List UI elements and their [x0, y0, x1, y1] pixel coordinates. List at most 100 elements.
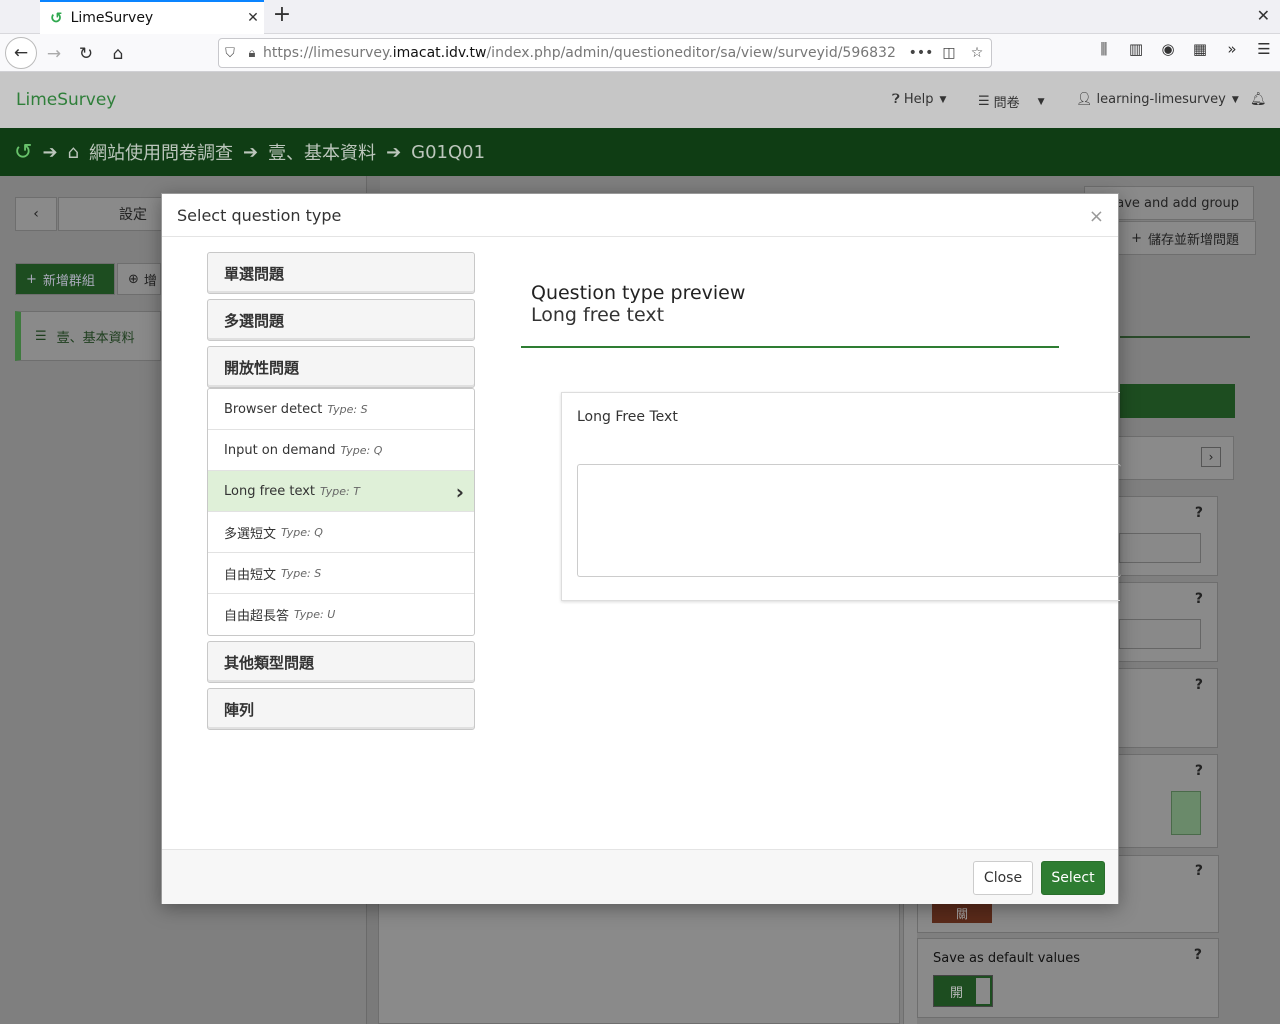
type-code: Type: Q [281, 525, 323, 539]
help-menu[interactable]: ❓︎ Help ▼ [892, 92, 946, 107]
tab-title: LimeSurvey [70, 10, 154, 26]
extensions-icon[interactable]: ▦ [1184, 40, 1216, 58]
breadcrumb-group[interactable]: 壹、基本資料 [268, 139, 376, 165]
toggle-on-switch[interactable]: 開 [933, 975, 993, 1007]
category-arrays[interactable]: 陣列 [207, 688, 475, 730]
surveys-label: 問卷 [993, 96, 1020, 111]
type-label: Browser detect [224, 401, 323, 417]
help-question-icon[interactable]: ? [1195, 505, 1203, 521]
overflow-icon[interactable]: » [1216, 40, 1248, 58]
question-type-huge-free-text[interactable]: 自由超長答 Type: U [208, 594, 474, 635]
close-button[interactable]: Close [973, 861, 1033, 895]
category-label: 陣列 [224, 700, 255, 719]
category-multiple-choice[interactable]: 多選問題 [207, 299, 475, 341]
sidebar-group-item[interactable]: ☰ 壹、基本資料 [15, 311, 161, 361]
question-type-browser-detect[interactable]: Browser detect Type: S [208, 389, 474, 430]
question-category-list: 單選問題 多選問題 開放性問題 Browser detect Type: S In… [207, 252, 475, 735]
sidebar-icon[interactable]: ▥ [1120, 40, 1152, 58]
window-close-icon[interactable]: ✕ [1257, 6, 1270, 25]
lock-icon: 🔒︎ [248, 45, 256, 61]
bookmark-star-icon[interactable]: ☆ [963, 45, 991, 61]
setting-textarea-4[interactable] [1171, 791, 1201, 835]
add-group-button[interactable]: + 新增群組 [15, 263, 115, 295]
back-button[interactable]: ← [5, 37, 37, 69]
type-label: 自由短文 [224, 567, 277, 583]
new-tab-button[interactable]: + [270, 4, 294, 28]
account-icon[interactable]: ◉ [1152, 40, 1184, 58]
toggle-off-switch[interactable]: 關 [932, 903, 992, 923]
app-navbar: LimeSurvey ❓︎ Help ▼ ☰ 問卷 ▼ 👤︎ learning-… [0, 72, 1280, 128]
toggle-on-label: 開 [950, 985, 964, 1001]
save-add-group-label: Save and add group [1108, 195, 1239, 211]
url-bar[interactable]: ⛉ 🔒︎ https://limesurvey.imacat.idv.tw/in… [218, 38, 992, 68]
modal-header: Select question type × [162, 194, 1118, 237]
app-brand[interactable]: LimeSurvey [16, 90, 116, 110]
open-question-types-list: Browser detect Type: S Input on demand Typ… [207, 388, 475, 636]
editor-divider-2 [903, 904, 917, 1024]
editor-panel-bottom [378, 904, 900, 1024]
panel-header: › [1118, 436, 1234, 480]
arrow-right-icon: ➔ [242, 141, 259, 163]
type-label: Long free text [224, 483, 316, 499]
type-code: Type: Q [340, 443, 383, 457]
menu-icon[interactable]: ☰ [1248, 40, 1280, 58]
notification-bell-icon[interactable]: 🔔︎ [1250, 92, 1267, 107]
setting-select-1[interactable] [1119, 533, 1201, 563]
home-button[interactable]: ⌂ [104, 40, 132, 68]
library-icon[interactable]: ⫼ [1088, 40, 1120, 58]
more-actions-icon[interactable]: ••• [907, 45, 935, 61]
browser-tab[interactable]: ↺ LimeSurvey ✕ [40, 0, 264, 34]
forward-button[interactable]: → [40, 40, 68, 68]
settings-tab[interactable]: 設定 [58, 197, 162, 231]
save-add-question-label: 儲存並新增問題 [1147, 232, 1239, 248]
add-question-button[interactable]: ⊕ 增 [117, 263, 161, 295]
type-code: Type: S [327, 402, 368, 416]
type-label: Input on demand [224, 442, 336, 458]
category-single-choice[interactable]: 單選問題 [207, 252, 475, 294]
select-question-type-modal: Select question type × 單選問題 多選問題 開放性問題 B… [161, 193, 1121, 904]
select-button[interactable]: Select [1041, 861, 1105, 895]
user-label: learning-limesurvey [1096, 92, 1226, 107]
category-label: 單選問題 [224, 264, 285, 283]
url-path: /index.php/admin/questioneditor/sa/view/… [486, 45, 896, 61]
category-label: 開放性問題 [224, 358, 300, 377]
question-type-input-on-demand[interactable]: Input on demand Type: Q [208, 430, 474, 471]
close-tab-icon[interactable]: ✕ [242, 10, 264, 26]
list-icon: ☰ [978, 94, 990, 109]
help-question-icon[interactable]: ? [1195, 591, 1203, 607]
type-code: Type: U [294, 608, 336, 621]
question-type-short-free-text[interactable]: 自由短文 Type: S [208, 553, 474, 594]
caret-down-icon: ▼ [1231, 94, 1239, 105]
setting-card-1: ? [1118, 496, 1218, 576]
chevron-right-icon[interactable]: › [1201, 447, 1221, 467]
preview-textarea [577, 464, 1121, 577]
green-bar [1120, 384, 1235, 418]
modal-close-icon[interactable]: × [1089, 206, 1104, 227]
breadcrumb-survey[interactable]: 網站使用問卷調查 [89, 139, 233, 165]
collapse-sidebar-button[interactable]: ‹ [15, 197, 57, 231]
preview-type-name: Long free text [531, 304, 665, 326]
modal-title: Select question type [177, 205, 342, 225]
type-label: 多選短文 [224, 526, 277, 542]
surveys-menu[interactable]: ☰ 問卷 ▼ [978, 92, 1045, 111]
help-question-icon[interactable]: ? [1195, 677, 1203, 693]
url-host: imacat.idv.tw [392, 45, 487, 61]
save-default-label: Save as default values [933, 951, 1081, 966]
toggle-knob [976, 978, 990, 1004]
pocket-icon[interactable]: ◫ [935, 45, 963, 61]
question-type-long-free-text[interactable]: Long free text Type: T › [208, 471, 474, 512]
setting-card-4: ? [1118, 754, 1218, 848]
help-question-icon[interactable]: ? [1194, 947, 1202, 963]
help-question-icon[interactable]: ? [1195, 763, 1203, 779]
question-type-multiple-short-text[interactable]: 多選短文 Type: Q [208, 512, 474, 553]
category-other-types[interactable]: 其他類型問題 [207, 641, 475, 683]
setting-select-2[interactable] [1119, 619, 1201, 649]
category-open-questions[interactable]: 開放性問題 [207, 346, 475, 388]
url-text[interactable]: https://limesurvey.imacat.idv.tw/index.p… [263, 45, 907, 61]
arrow-right-icon: ➔ [42, 141, 58, 163]
user-menu[interactable]: 👤︎ learning-limesurvey ▼ [1076, 92, 1239, 107]
toolbar-right: ⫼ ▥ ◉ ▦ » ☰ [1088, 40, 1280, 58]
home-icon: ⌂ [67, 141, 79, 163]
help-question-icon[interactable]: ? [1195, 863, 1203, 879]
reload-button[interactable]: ↻ [72, 40, 100, 68]
